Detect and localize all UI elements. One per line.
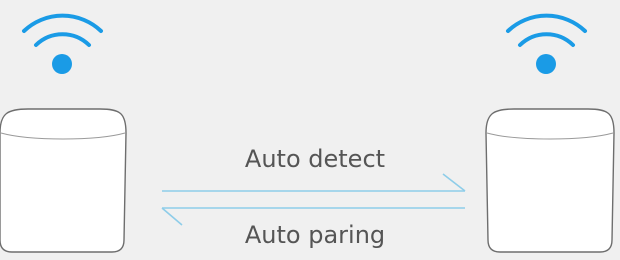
left-wifi-icon (22, 13, 103, 74)
right-device (485, 108, 615, 253)
left-device (0, 108, 127, 253)
auto-detect-label: Auto detect (244, 145, 386, 173)
arrow-right (162, 173, 466, 192)
auto-paring-label: Auto paring (244, 221, 386, 249)
right-wifi-icon (506, 13, 587, 74)
